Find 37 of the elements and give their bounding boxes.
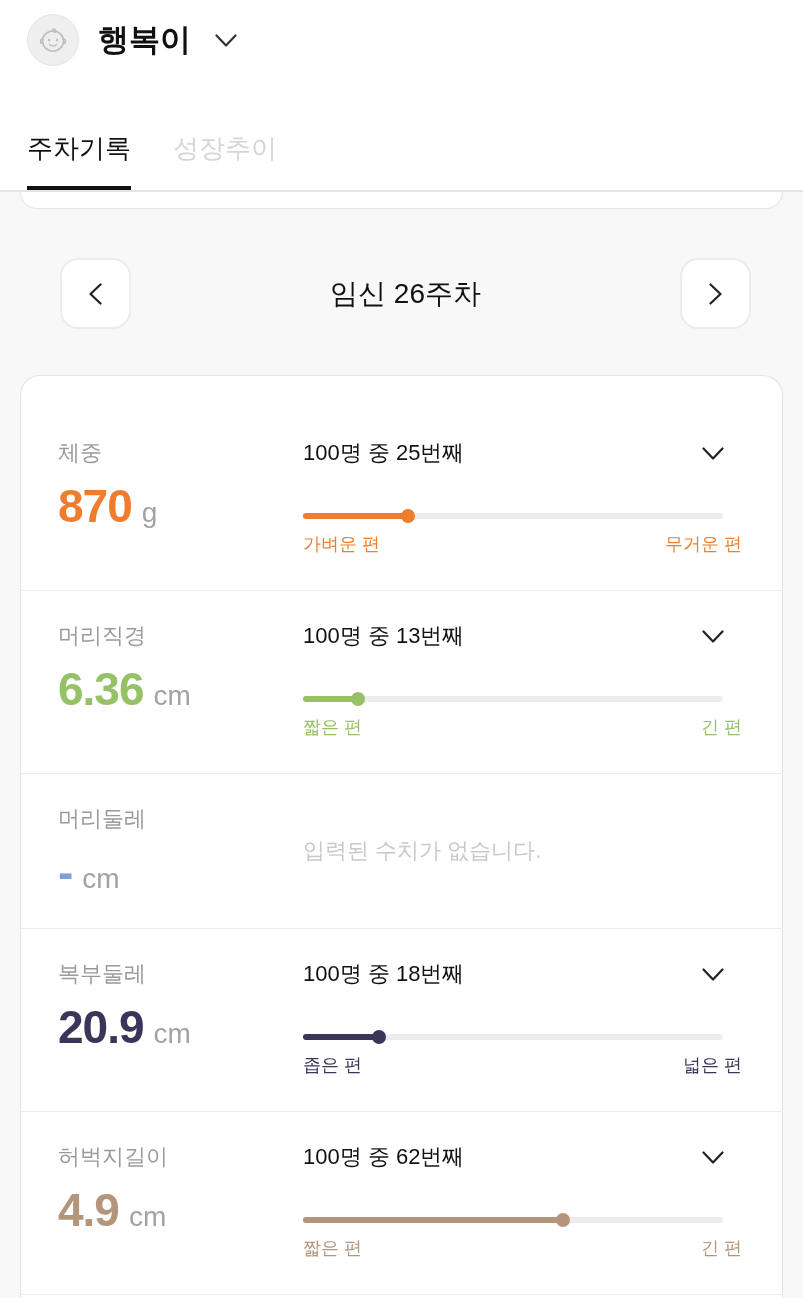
measurement-unit: cm	[153, 1017, 191, 1051]
measurement-unit: cm	[153, 679, 191, 713]
baby-face-icon	[27, 14, 79, 66]
measurement-label: 복부둘레	[58, 960, 147, 988]
scale-max-label: 긴 편	[701, 1237, 742, 1260]
scale-max-label: 무거운 편	[665, 533, 742, 556]
measurement-unit: g	[141, 496, 158, 530]
profile-name: 행복이	[98, 21, 191, 59]
rank-text: 100명 중 25번째	[303, 439, 465, 467]
rank-text: 100명 중 13번째	[303, 622, 465, 650]
scale-min-label: 좁은 편	[303, 1054, 362, 1077]
chevron-down-icon[interactable]	[702, 967, 724, 981]
scale-max-label: 넓은 편	[683, 1054, 742, 1077]
chevron-down-icon[interactable]	[215, 33, 237, 47]
measurement-value: 870	[58, 480, 132, 532]
week-title: 임신 26주차	[330, 276, 481, 311]
measurement-value: 6.36	[58, 663, 144, 715]
measurement-unit: cm	[82, 862, 120, 896]
rank-text: 100명 중 62번째	[303, 1143, 465, 1171]
scale-min-label: 짧은 편	[303, 1237, 362, 1260]
measurement-value: -	[58, 846, 73, 898]
chevron-down-icon[interactable]	[702, 446, 724, 460]
measurement-label: 머리직경	[58, 622, 147, 650]
rank-text: 100명 중 18번째	[303, 960, 465, 988]
scale-max-label: 긴 편	[701, 716, 742, 739]
measurement-label: 머리둘레	[58, 805, 147, 833]
scale-min-label: 짧은 편	[303, 716, 362, 739]
chevron-down-icon[interactable]	[702, 629, 724, 643]
chevron-right-icon	[709, 282, 722, 305]
measurement-label: 체중	[58, 439, 103, 467]
measurement-value: 20.9	[58, 1001, 144, 1053]
measurement-unit: cm	[128, 1200, 167, 1234]
scale-min-label: 가벼운 편	[303, 533, 380, 556]
measurement-label: 허벅지길이	[58, 1143, 169, 1171]
measurement-value: 4.9	[58, 1184, 119, 1236]
chevron-left-icon	[89, 282, 102, 305]
chevron-down-icon[interactable]	[702, 1150, 724, 1164]
